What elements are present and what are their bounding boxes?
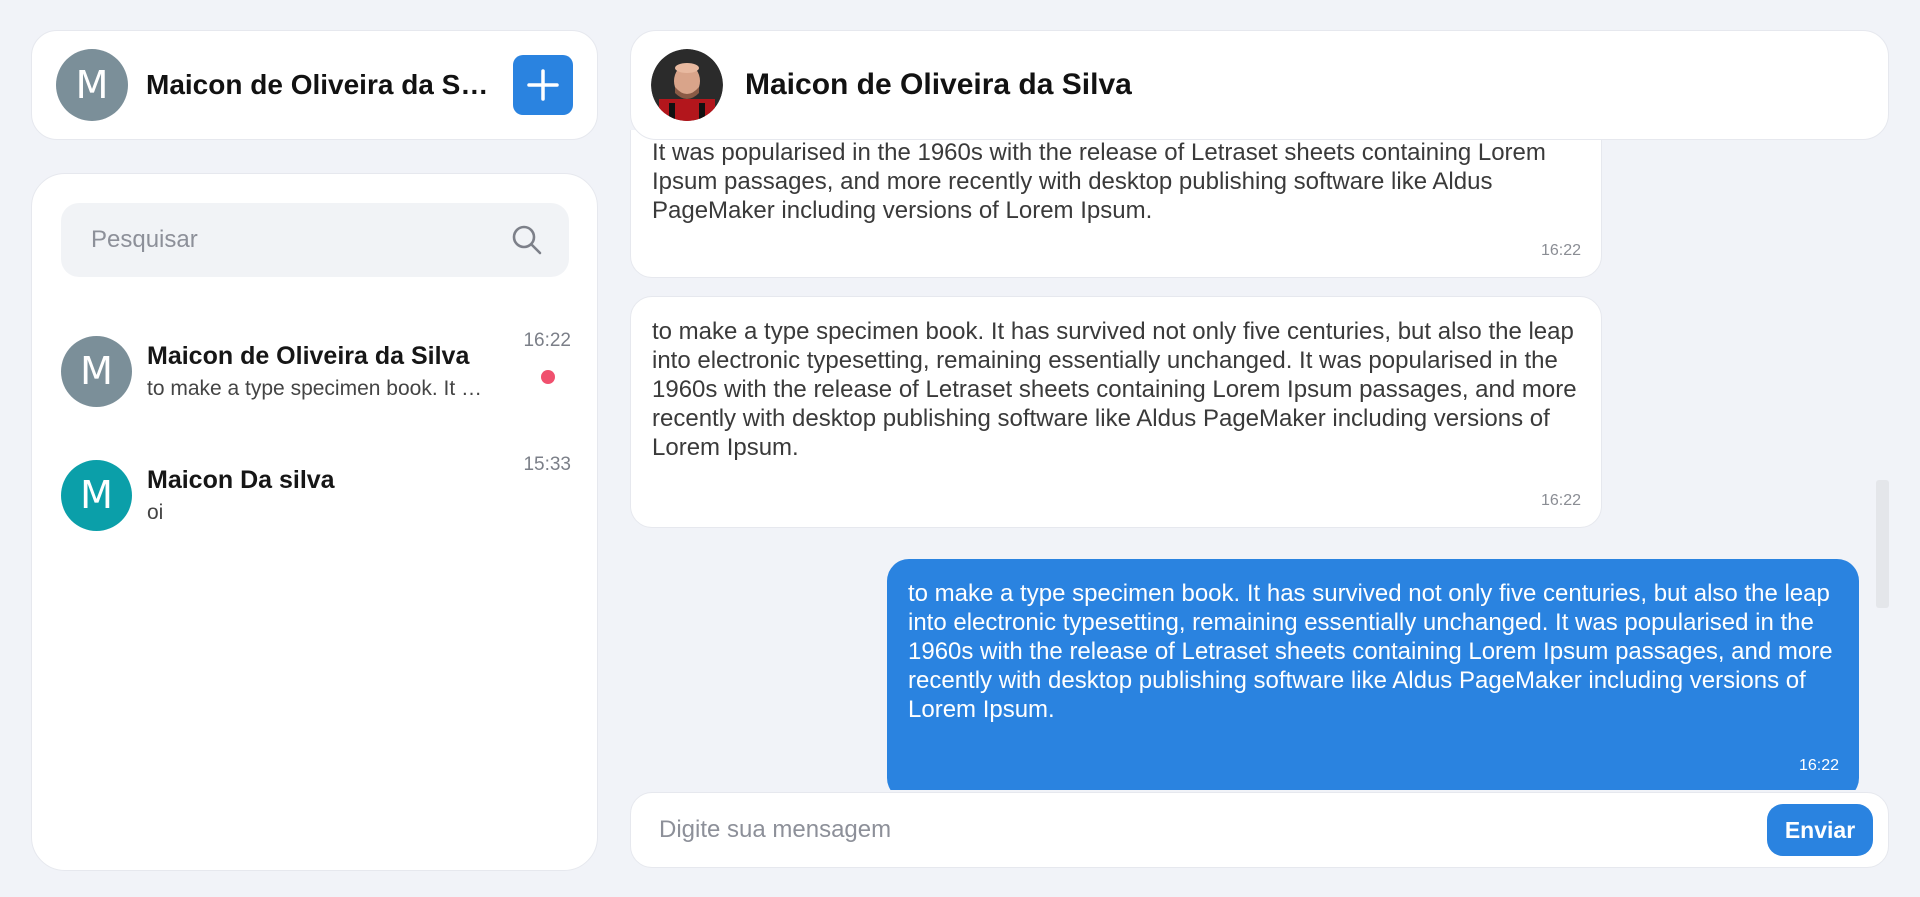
message-text: to make a type specimen book. It has sur… — [908, 580, 1833, 723]
message-composer: Enviar — [630, 792, 1889, 868]
incoming-message: to make a type specimen book. It has sur… — [630, 296, 1602, 528]
message-time: 16:22 — [1540, 492, 1581, 509]
message-time: 16:22 — [1540, 242, 1581, 259]
conversation-time: 15:33 — [523, 454, 571, 475]
message-text: It was popularised in the 1960s with the… — [652, 139, 1546, 224]
chat-header: Maicon de Oliveira da Silva — [630, 30, 1889, 140]
incoming-message: It was popularised in the 1960s with the… — [630, 130, 1602, 278]
profile-name: Maicon de Oliveira da Silva — [146, 69, 496, 100]
avatar: M — [61, 335, 132, 407]
plus-icon — [527, 69, 559, 101]
profile-avatar[interactable]: M — [56, 49, 128, 121]
conversation-preview: to make a type specimen book. It has sur… — [147, 376, 487, 400]
conversation-item[interactable]: M Maicon Da silva oi 15:33 — [61, 450, 571, 540]
chat-title: Maicon de Oliveira da Silva — [745, 68, 1132, 101]
unread-indicator — [541, 370, 555, 384]
conversation-preview: oi — [147, 500, 164, 524]
conversation-time: 16:22 — [523, 330, 571, 351]
new-chat-button[interactable] — [513, 55, 573, 115]
search-icon[interactable] — [511, 224, 543, 256]
avatar-initial: M — [80, 473, 113, 517]
message-text: to make a type specimen book. It has sur… — [652, 318, 1577, 461]
conversation-item[interactable]: M Maicon de Oliveira da Silva to make a … — [61, 326, 571, 416]
send-button[interactable]: Enviar — [1767, 804, 1873, 856]
contact-photo-icon[interactable] — [651, 49, 723, 121]
outgoing-message: to make a type specimen book. It has sur… — [887, 559, 1859, 790]
search-box[interactable] — [61, 203, 569, 277]
message-time: 16:22 — [1798, 757, 1839, 774]
conversation-panel: M Maicon de Oliveira da Silva to make a … — [31, 173, 598, 871]
scrollbar[interactable] — [1876, 480, 1889, 608]
profile-avatar-initial: M — [75, 63, 109, 107]
avatar: M — [61, 459, 132, 531]
conversation-name: Maicon Da silva — [147, 465, 335, 494]
conversation-name: Maicon de Oliveira da Silva — [147, 341, 470, 370]
message-input[interactable] — [659, 816, 1767, 844]
profile-header: M Maicon de Oliveira da Silva — [31, 30, 598, 140]
avatar-initial: M — [80, 349, 113, 393]
search-input[interactable] — [91, 226, 511, 254]
message-list[interactable]: It was popularised in the 1960s with the… — [630, 130, 1889, 790]
